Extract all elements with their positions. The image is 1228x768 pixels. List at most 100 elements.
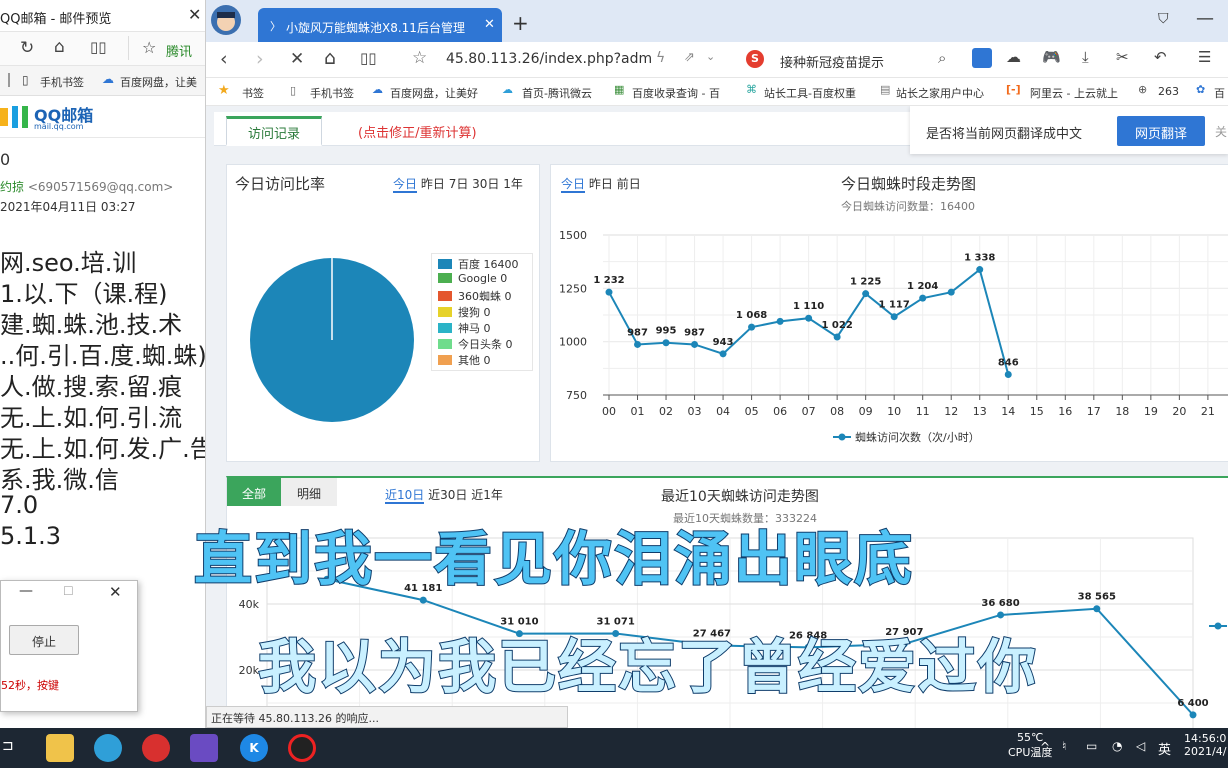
- chevron-down-icon[interactable]: ⌄: [706, 50, 715, 63]
- star-icon[interactable]: ☆: [142, 38, 156, 57]
- refresh-icon[interactable]: ↻: [20, 38, 34, 58]
- grid-icon: ▦: [614, 83, 625, 96]
- editor-icon[interactable]: [190, 734, 218, 762]
- back-icon[interactable]: ‹: [220, 48, 228, 70]
- flash-icon[interactable]: ϟ: [656, 50, 665, 66]
- tencent-link[interactable]: 腾讯: [166, 41, 192, 60]
- record-icon[interactable]: [288, 734, 316, 762]
- home-icon[interactable]: ⌂: [324, 47, 336, 69]
- star-icon: ★: [218, 83, 230, 98]
- tab-close-icon[interactable]: ✕: [484, 17, 495, 32]
- range-today[interactable]: 今日: [393, 177, 418, 193]
- ime-indicator[interactable]: 英: [1158, 739, 1171, 758]
- page-icon: ▤: [880, 83, 891, 96]
- tab-active[interactable]: 〉 小旋风万能蜘蛛池X8.11后台管理 ✕: [258, 8, 502, 42]
- weather-icon[interactable]: ☁: [1006, 48, 1021, 66]
- hourly-line-panel: 今日 昨日 前日 今日蜘蛛时段走势图 今日蜘蛛访问数量：16400 1500 12…: [550, 164, 1228, 462]
- close-icon[interactable]: ✕: [188, 5, 201, 24]
- bookmark-item[interactable]: 手机书签: [40, 74, 84, 90]
- bookmark-item[interactable]: 百: [1214, 85, 1225, 101]
- browser-icon[interactable]: [94, 734, 122, 762]
- reader-icon[interactable]: ▯▯: [90, 38, 107, 56]
- minimize-icon[interactable]: —: [19, 583, 33, 599]
- user-avatar[interactable]: [210, 4, 242, 36]
- pie-legend-item[interactable]: Google 0: [432, 272, 532, 288]
- range-today[interactable]: 今日: [561, 177, 586, 193]
- pie-legend-item[interactable]: 搜狗 0: [432, 304, 532, 320]
- mail-body-line: 1.以.下（课.程): [0, 280, 168, 308]
- tshirt-icon[interactable]: ⛉: [1158, 11, 1169, 27]
- task-view-icon[interactable]: ⊐: [2, 738, 14, 754]
- pie-legend-item[interactable]: 神马 0: [432, 320, 532, 336]
- pie-legend-item[interactable]: 360蜘蛛 0: [432, 288, 532, 304]
- range-30d[interactable]: 30日: [472, 177, 499, 191]
- bookmark-item[interactable]: 书签: [242, 85, 264, 101]
- chevron-up-icon[interactable]: ^: [1040, 740, 1050, 754]
- pie-legend-item[interactable]: 今日头条 0: [432, 336, 532, 352]
- tab-detail[interactable]: 明细: [281, 478, 337, 506]
- recalculate-link[interactable]: (点击修正/重新计算): [358, 122, 477, 141]
- translate-button[interactable]: 网页翻译: [1117, 116, 1205, 146]
- bookmark-item[interactable]: 首页-腾讯微云: [522, 85, 592, 101]
- minimize-icon[interactable]: —: [1196, 8, 1214, 29]
- data-point: [1004, 371, 1012, 379]
- extension-icon[interactable]: [972, 48, 992, 68]
- range-30d[interactable]: 近30日: [428, 488, 467, 502]
- file-explorer-icon[interactable]: [46, 734, 74, 762]
- close-icon[interactable]: ✕: [109, 583, 122, 601]
- bookmark-item[interactable]: 百度收录查询 - 百: [632, 85, 720, 101]
- pie-range-selector: 今日 昨日 7日 30日 1年: [393, 175, 523, 193]
- wifi-icon[interactable]: ◔: [1112, 739, 1122, 753]
- microphone-icon[interactable]: ♮: [1062, 739, 1066, 753]
- range-7d[interactable]: 7日: [449, 177, 469, 191]
- volume-icon[interactable]: ◁: [1136, 739, 1145, 753]
- mail-body-line: ..何.引.百.度.蜘.蛛): [0, 342, 206, 370]
- address-input[interactable]: 45.80.113.26/index.php?adm: [446, 51, 652, 67]
- range-1y[interactable]: 1年: [503, 177, 523, 191]
- legend-swatch: [438, 323, 452, 333]
- data-point: [862, 290, 870, 298]
- search-icon[interactable]: ⌕: [938, 49, 946, 67]
- scissors-icon[interactable]: ✂: [1116, 48, 1129, 66]
- tab-visit-records[interactable]: 访问记录: [226, 116, 322, 146]
- app-icon[interactable]: [142, 734, 170, 762]
- bookmark-item[interactable]: 手机书签: [310, 85, 354, 101]
- range-1y[interactable]: 近1年: [471, 488, 503, 502]
- reader-icon[interactable]: ▯▯: [360, 49, 377, 67]
- bookmark-item[interactable]: 百度网盘，让美: [120, 74, 197, 90]
- home-icon[interactable]: ⌂: [54, 37, 65, 57]
- range-day-before[interactable]: 前日: [617, 177, 641, 191]
- search-engine-icon[interactable]: S: [746, 50, 764, 68]
- tab-all[interactable]: 全部: [227, 478, 281, 506]
- new-tab-icon[interactable]: +: [512, 11, 529, 35]
- bookmark-item[interactable]: 站长之家用户中心: [896, 85, 984, 101]
- pie-legend-item[interactable]: 百度 16400: [432, 256, 532, 272]
- stop-loading-icon[interactable]: ✕: [290, 49, 304, 69]
- menu-icon[interactable]: ☰: [1198, 48, 1211, 66]
- game-icon[interactable]: 🎮: [1042, 48, 1061, 66]
- x-tick-label: 10: [887, 405, 901, 418]
- bookmark-item[interactable]: 站长工具-百度权重: [764, 85, 856, 101]
- news-ticker[interactable]: 接种新冠疫苗提示: [780, 52, 884, 71]
- range-10d[interactable]: 近10日: [385, 488, 425, 504]
- sender-name[interactable]: 约掠: [0, 180, 24, 194]
- download-icon[interactable]: ⤓: [1082, 48, 1089, 66]
- bookmark-item[interactable]: 263: [1158, 85, 1179, 98]
- battery-icon[interactable]: ▭: [1086, 739, 1097, 753]
- range-yesterday[interactable]: 昨日: [421, 177, 445, 191]
- stop-button[interactable]: 停止: [9, 625, 79, 655]
- star-icon[interactable]: ☆: [412, 48, 427, 68]
- bookmark-item[interactable]: 阿里云 - 上云就上: [1030, 85, 1118, 101]
- pie-legend-item[interactable]: 其他 0: [432, 352, 532, 368]
- range-yesterday[interactable]: 昨日: [589, 177, 613, 191]
- x-tick-label: 09: [859, 405, 873, 418]
- clock[interactable]: 14:56:0 2021/4/: [1184, 732, 1226, 758]
- pie-panel: 今日访问比率 今日 昨日 7日 30日 1年 百度 16400 Google 0 3…: [226, 164, 540, 462]
- share-icon[interactable]: ⇗: [684, 50, 695, 65]
- spider-dialog: — ☐ ✕ 停止 52秒，按键: [0, 580, 138, 712]
- bookmark-item[interactable]: 百度网盘，让美好: [390, 85, 478, 101]
- translate-close[interactable]: 关: [1215, 123, 1227, 140]
- undo-icon[interactable]: ↶: [1154, 48, 1167, 66]
- k-app-icon[interactable]: K: [240, 734, 268, 762]
- data-point: [691, 340, 699, 348]
